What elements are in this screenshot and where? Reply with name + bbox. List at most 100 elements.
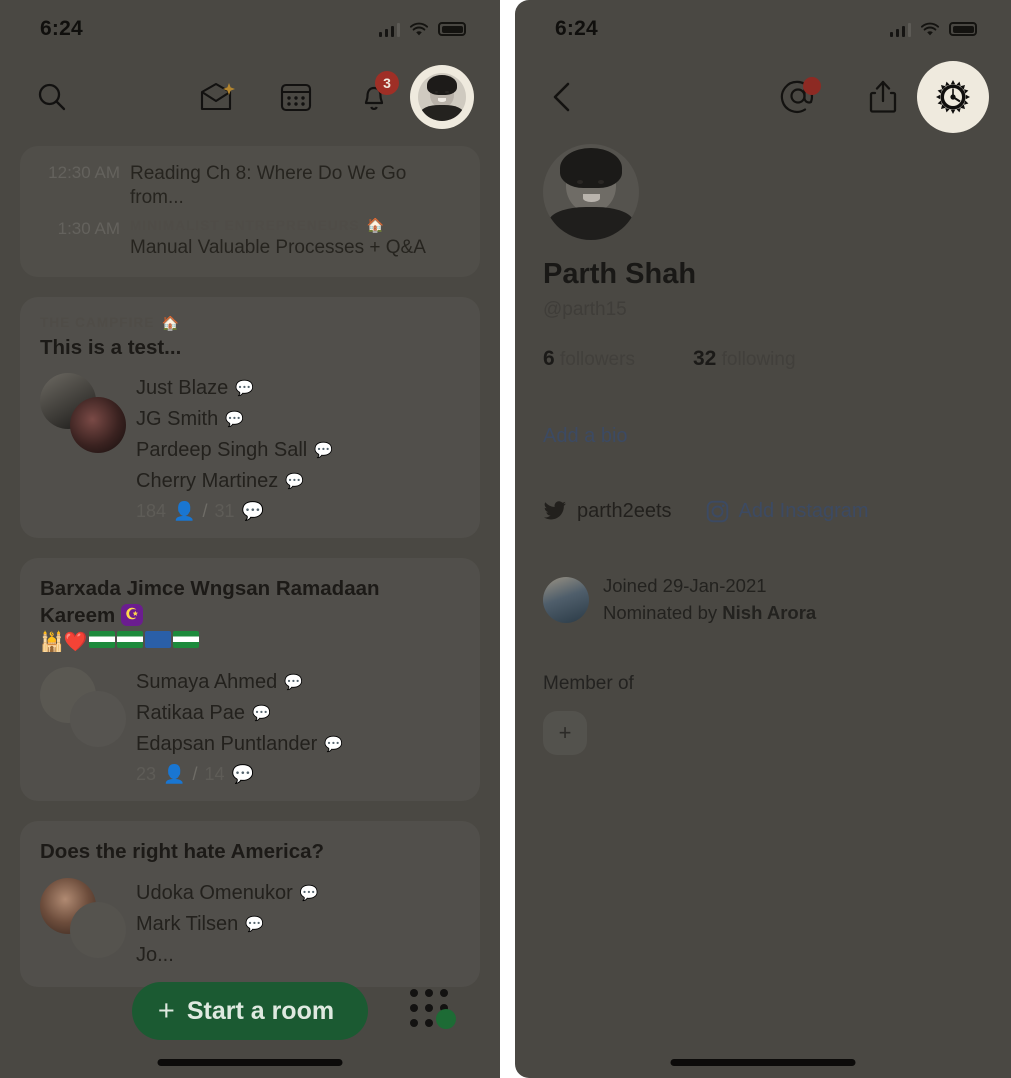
profile-avatar[interactable] — [543, 144, 639, 240]
twitter-link[interactable]: parth2eets — [543, 500, 672, 523]
page-title: Parth Shah — [543, 258, 697, 290]
followers-count: 6 — [543, 347, 555, 370]
list-item[interactable]: Jo... — [136, 940, 460, 971]
list-item[interactable]: JG Smith 💬 — [136, 404, 460, 435]
dual-phone-screenshot: 6:24 3 12:30 AM Reading Ch 8: Where Do W… — [0, 0, 1011, 1078]
profile-avatar — [418, 73, 466, 121]
room-counts: 23 👤 / 14 💬 — [136, 764, 460, 785]
room-title: Does the right hate America? — [40, 840, 325, 864]
left-phone-panel: 6:24 3 12:30 AM Reading Ch 8: Where Do W… — [0, 0, 500, 1078]
gear-icon — [936, 80, 970, 114]
person-icon: 👤 — [163, 764, 186, 785]
settings-button[interactable] — [917, 61, 989, 133]
ramadan-badge-icon — [120, 603, 143, 626]
rooms-scroll-area[interactable]: 12:30 AM Reading Ch 8: Where Do We Go fr… — [0, 136, 500, 987]
listener-count: 23 — [136, 764, 157, 785]
room-card[interactable]: Does the right hate America? Udoka Omenu… — [20, 821, 480, 987]
speech-bubble-icon: 💬 — [324, 736, 343, 754]
twitter-handle: parth2eets — [577, 500, 672, 522]
schedule-row[interactable]: 1:30 AM MINIMALIST ENTREPRENEURS 🏠 Manua… — [38, 218, 462, 260]
left-nav-bar: 3 — [0, 58, 500, 136]
speech-bubble-icon: 💬 — [235, 380, 254, 398]
right-phone-panel: 6:24 Parth Shah @parth15 6 followers 32 … — [515, 0, 1011, 1078]
list-item[interactable]: Udoka Omenukor 💬 — [136, 878, 460, 909]
list-item[interactable]: Sumaya Ahmed 💬 — [136, 667, 460, 698]
start-a-room-button[interactable]: + Start a room — [131, 982, 369, 1040]
speaker-count: 31 — [214, 501, 235, 522]
list-item[interactable]: Cherry Martinez 💬 — [136, 466, 460, 497]
nominator-avatar[interactable] — [543, 576, 589, 623]
flag-icon — [173, 630, 200, 648]
speech-bubble-icon: 💬 — [299, 884, 319, 902]
count-separator: / — [202, 501, 208, 522]
speaker-list: Sumaya Ahmed 💬 Ratikaa Pae 💬 Edapsan Pun… — [136, 667, 460, 785]
status-bar: 6:24 — [515, 0, 1011, 58]
status-bar-clock: 6:24 — [40, 17, 83, 40]
speech-bubble-icon: 💬 — [241, 501, 264, 522]
speaker-list: Udoka Omenukor 💬 Mark Tilsen 💬 Jo... — [136, 878, 460, 971]
list-item[interactable]: Mark Tilsen 💬 — [136, 909, 460, 940]
invite-mail-icon[interactable] — [192, 71, 244, 123]
cellular-signal-icon — [889, 22, 911, 37]
speaker-name: Sumaya Ahmed — [136, 671, 278, 694]
share-icon[interactable] — [857, 71, 909, 123]
profile-stats: 6 followers 32 following — [543, 347, 983, 371]
room-card[interactable]: Barxada Jimce Wngsan Ramadaan Kareem 🕌❤️ — [20, 558, 480, 802]
speech-bubble-icon: 💬 — [285, 473, 304, 491]
avatar — [70, 691, 126, 748]
wifi-icon — [409, 22, 429, 35]
list-item[interactable]: Just Blaze 💬 — [136, 373, 460, 404]
profile-avatar-button[interactable] — [410, 65, 474, 129]
following-stat[interactable]: 32 following — [693, 347, 796, 371]
room-club-label: THE CAMPFIRE 🏠 — [40, 315, 460, 330]
bell-badge: 3 — [375, 71, 399, 95]
house-icon: 🏠 — [366, 217, 386, 233]
followers-label: followers — [559, 349, 635, 370]
speaker-avatar-stack — [40, 373, 126, 454]
instagram-link[interactable]: Add Instagram — [706, 500, 869, 523]
add-club-button[interactable]: + — [543, 710, 587, 755]
nominated-by-row: Nominated by Nish Arora — [603, 600, 816, 627]
list-item[interactable]: Ratikaa Pae 💬 — [136, 698, 460, 729]
followers-stat[interactable]: 6 followers — [543, 347, 635, 371]
cellular-signal-icon — [378, 22, 400, 37]
nominated-prefix: Nominated by — [603, 601, 723, 623]
calendar-icon[interactable] — [270, 71, 322, 123]
schedule-row[interactable]: 12:30 AM Reading Ch 8: Where Do We Go fr… — [38, 162, 462, 210]
schedule-title: Reading Ch 8: Where Do We Go from... — [130, 163, 407, 208]
club-name: THE CAMPFIRE — [40, 315, 155, 331]
flag-icon — [89, 630, 116, 648]
speaker-name: Pardeep Singh Sall — [136, 439, 308, 462]
add-bio-link[interactable]: Add a bio — [543, 425, 983, 448]
list-item[interactable]: Pardeep Singh Sall 💬 — [136, 435, 460, 466]
speaker-name: Just Blaze — [136, 377, 229, 400]
speaker-name: Edapsan Puntlander — [136, 733, 318, 756]
status-bar-icons — [378, 22, 468, 37]
listener-count: 184 — [136, 501, 167, 522]
instagram-icon — [706, 500, 728, 523]
upcoming-schedule-card[interactable]: 12:30 AM Reading Ch 8: Where Do We Go fr… — [20, 146, 480, 277]
room-counts: 184 👤 / 31 💬 — [136, 501, 460, 522]
at-mention-icon[interactable] — [773, 71, 825, 123]
bottom-action-bar: + Start a room — [0, 982, 500, 1040]
house-icon: 🏠 — [161, 314, 180, 331]
chevron-left-icon[interactable] — [537, 71, 589, 123]
app-grid-icon[interactable] — [410, 989, 456, 1033]
speaker-name: Mark Tilsen — [136, 912, 239, 935]
nominator-name[interactable]: Nish Arora — [722, 602, 816, 623]
speaker-name: JG Smith — [136, 408, 219, 431]
plus-icon: + — [157, 994, 175, 1027]
schedule-title: Manual Valuable Processes + Q&A — [130, 236, 426, 258]
room-card[interactable]: THE CAMPFIRE 🏠 This is a test... Just Bl… — [20, 297, 480, 539]
status-bar-icons — [889, 22, 979, 37]
flag-icon — [117, 630, 144, 648]
list-item[interactable]: Edapsan Puntlander 💬 — [136, 729, 460, 760]
avatar — [70, 397, 126, 454]
following-label: following — [721, 349, 796, 370]
search-icon[interactable] — [26, 71, 78, 123]
room-title: Barxada Jimce Wngsan Ramadaan Kareem 🕌❤️ — [40, 576, 460, 655]
count-separator: / — [192, 764, 198, 785]
bell-icon[interactable]: 3 — [348, 71, 400, 123]
battery-icon — [949, 22, 979, 36]
flag-emoji-row: 🕌❤️ — [40, 630, 460, 655]
